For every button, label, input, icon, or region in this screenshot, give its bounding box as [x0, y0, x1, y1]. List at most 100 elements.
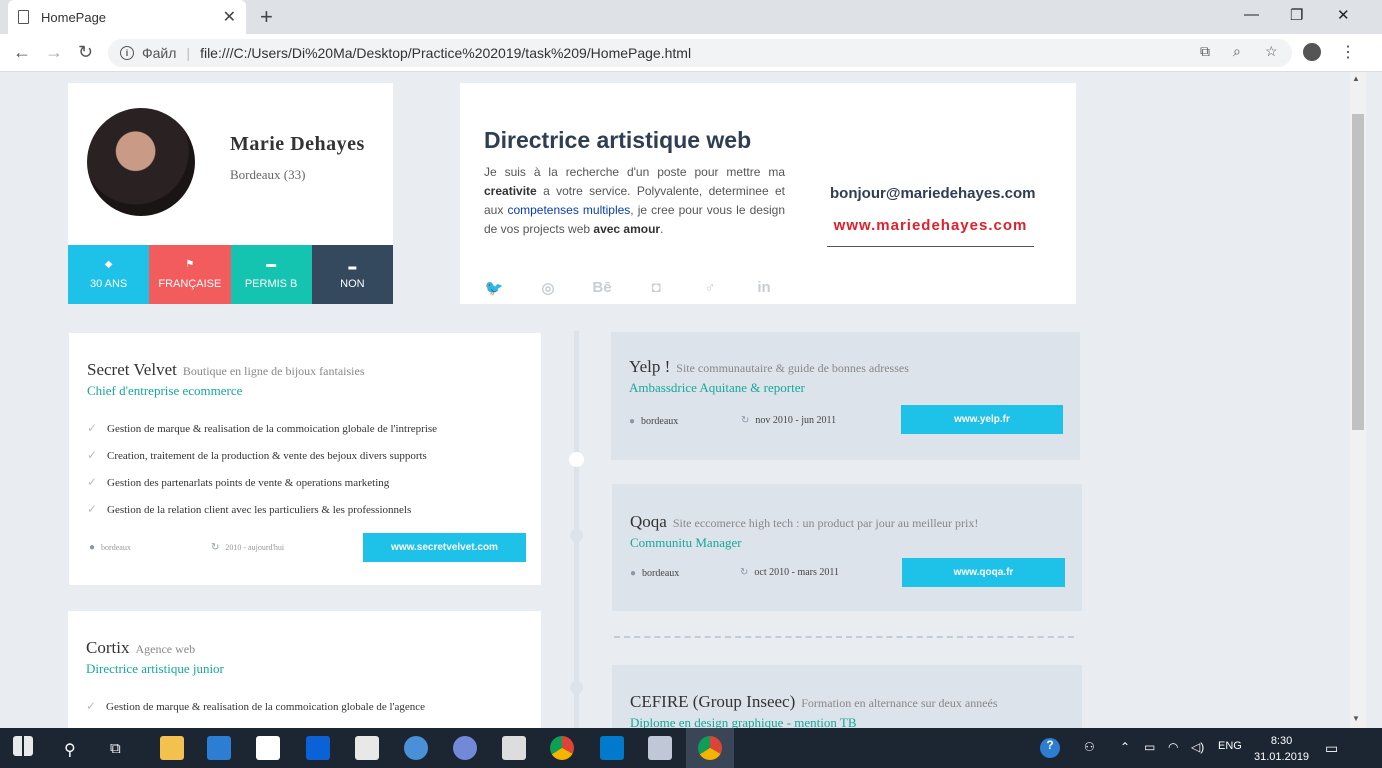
address-separator: |	[186, 45, 191, 61]
refresh-icon: ↻	[741, 415, 750, 426]
volume-icon[interactable]: ◁)	[1191, 740, 1204, 754]
secretvelvet-link-button[interactable]: www.secretvelvet.com	[363, 533, 526, 562]
mail-icon[interactable]	[355, 736, 379, 760]
behance-icon[interactable]: Bē	[588, 279, 616, 297]
experience-role: Chief d'entreprise ecommerce	[87, 383, 243, 398]
list-item: ✓ Creation, traitement de la production &…	[87, 448, 427, 462]
profile-stats: ◆ 30 ANS ⚑ FRANÇAISE ▬ PERMIS B ▂ NON	[68, 245, 393, 304]
profile-avatar-icon[interactable]	[1303, 43, 1321, 61]
amazon-icon[interactable]	[256, 736, 280, 760]
stat-smoking: ▂ NON	[311, 245, 393, 304]
refresh-icon: ↻	[211, 542, 220, 553]
map-pin-icon: ●	[89, 542, 96, 553]
wifi-icon[interactable]: ◠	[1168, 740, 1178, 754]
battery-icon[interactable]: ▭	[1144, 740, 1155, 754]
scroll-down-icon[interactable]: ▼	[1352, 714, 1360, 723]
instagram-icon[interactable]: ◘	[642, 279, 670, 297]
stat-nationality: ⚑ FRANÇAISE	[149, 245, 231, 304]
document-icon	[18, 10, 29, 24]
experience-company: Qoqa	[630, 512, 667, 531]
scroll-up-icon[interactable]: ▲	[1352, 74, 1360, 83]
page-viewport: Marie Dehayes Bordeaux (33) ◆ 30 ANS ⚑ F…	[0, 72, 1366, 728]
experience-card: Cortix Agence web Directrice artistique j…	[68, 611, 541, 728]
discord-icon[interactable]	[453, 736, 477, 760]
profile-location: Bordeaux (33)	[230, 167, 306, 182]
close-window-icon[interactable]: ✕	[1337, 6, 1350, 24]
experience-role: Directrice artistique junior	[86, 661, 224, 676]
translate-icon[interactable]: ⧉	[1200, 43, 1210, 60]
experience-role: Communitu Manager	[630, 535, 742, 550]
dropbox-icon[interactable]	[306, 736, 330, 760]
stat-label: FRANÇAISE	[158, 278, 222, 290]
browser-tab[interactable]: HomePage ✕	[8, 0, 246, 34]
stat-age: ◆ 30 ANS	[68, 245, 150, 304]
check-icon: ✓	[87, 502, 98, 516]
eye-icon: ◆	[104, 259, 113, 270]
people-icon[interactable]: ⚇	[1084, 740, 1095, 754]
experience-place: ● bordeaux	[630, 568, 680, 579]
yelp-link-button[interactable]: www.yelp.fr	[901, 405, 1063, 434]
tab-title: HomePage	[41, 9, 107, 25]
experience-company: Yelp !	[629, 357, 671, 376]
new-tab-icon[interactable]: +	[260, 4, 273, 30]
forward-icon[interactable]: →	[45, 42, 63, 63]
notification-icon[interactable]: ▭	[1325, 740, 1338, 757]
scrollbar-thumb[interactable]	[1352, 114, 1364, 430]
menu-kebab-icon[interactable]: ⋮	[1340, 42, 1356, 62]
experience-tag: Formation en alternance sur deux anneés	[801, 696, 998, 710]
calculator-icon[interactable]	[502, 736, 526, 760]
stat-license: ▬ PERMIS B	[230, 245, 312, 304]
experience-card: CEFIRE (Group Inseec) Formation en altern…	[612, 665, 1082, 728]
linkedin-icon[interactable]: in	[750, 279, 778, 297]
check-icon: ✓	[86, 699, 97, 713]
chrome-active-icon[interactable]	[698, 736, 722, 760]
flag-icon: ⚑	[185, 259, 195, 270]
file-explorer-icon[interactable]	[160, 736, 184, 760]
experience-bullets: ✓ Gestion de marque & realisation de la c…	[86, 699, 541, 714]
network-app-icon[interactable]	[404, 736, 428, 760]
store-icon[interactable]	[207, 736, 231, 760]
venus-icon[interactable]: ♂	[696, 279, 724, 297]
back-icon[interactable]: ←	[13, 42, 31, 63]
minimize-icon[interactable]: —	[1244, 6, 1259, 23]
dribbble-icon[interactable]: ◎	[534, 279, 562, 297]
search-icon[interactable]: ⚲	[64, 740, 76, 760]
smoking-icon: ▂	[348, 259, 357, 270]
profile-card: Marie Dehayes Bordeaux (33) ◆ 30 ANS ⚑ F…	[68, 83, 393, 304]
reload-icon[interactable]: ↻	[78, 42, 93, 63]
list-item: ✓ Gestion de marque & realisation de la c…	[86, 699, 426, 713]
help-icon[interactable]: ?	[1040, 738, 1060, 758]
bookmark-star-icon[interactable]: ☆	[1265, 43, 1278, 60]
check-icon: ✓	[87, 421, 98, 435]
zoom-icon[interactable]: ⌕	[1233, 43, 1241, 60]
intro-card: Directrice artistique web Je suis à la r…	[460, 83, 1076, 304]
timeline-dot	[570, 529, 583, 542]
windows-start-icon[interactable]	[13, 736, 33, 756]
vscode-icon[interactable]	[600, 736, 624, 760]
experience-card: Qoqa Site eccomerce high tech : un produc…	[612, 484, 1082, 611]
experience-place: ● bordeaux	[629, 416, 679, 427]
info-icon[interactable]: i	[120, 46, 134, 60]
paint-icon[interactable]	[648, 736, 672, 760]
twitter-icon[interactable]: 🐦	[480, 279, 508, 297]
experience-tag: Site eccomerce high tech : un product pa…	[672, 516, 979, 530]
tab-close-icon[interactable]: ✕	[223, 7, 236, 27]
task-view-icon[interactable]: ⧉	[110, 740, 121, 757]
clock-date: 31.01.2019	[1254, 751, 1310, 763]
experience-company: Secret Velvet	[87, 360, 177, 379]
restore-icon[interactable]: ❐	[1290, 6, 1303, 24]
chevron-up-icon[interactable]: ⌃	[1120, 740, 1130, 754]
taskbar-clock[interactable]: 8:30 31.01.2019	[1254, 733, 1309, 765]
list-item: ✓ Gestion de marque & realisation de la c…	[87, 421, 438, 435]
chrome-icon[interactable]	[550, 736, 574, 760]
address-scheme: Файл	[142, 45, 177, 61]
clock-time: 8:30	[1270, 735, 1293, 747]
contact-website[interactable]: www.mariedehayes.com	[827, 217, 1034, 247]
browser-tab-bar: HomePage ✕ + — ❐ ✕	[0, 0, 1382, 34]
address-bar[interactable]: i Файл | file:///C:/Users/Di%20Ma/Deskto…	[108, 39, 1292, 67]
contact-email[interactable]: bonjour@mariedehayes.com	[830, 185, 1036, 202]
check-icon: ✓	[87, 448, 98, 462]
language-indicator[interactable]: ENG	[1218, 740, 1242, 752]
qoqa-link-button[interactable]: www.qoqa.fr	[902, 558, 1065, 587]
stat-label: PERMIS B	[244, 278, 298, 290]
